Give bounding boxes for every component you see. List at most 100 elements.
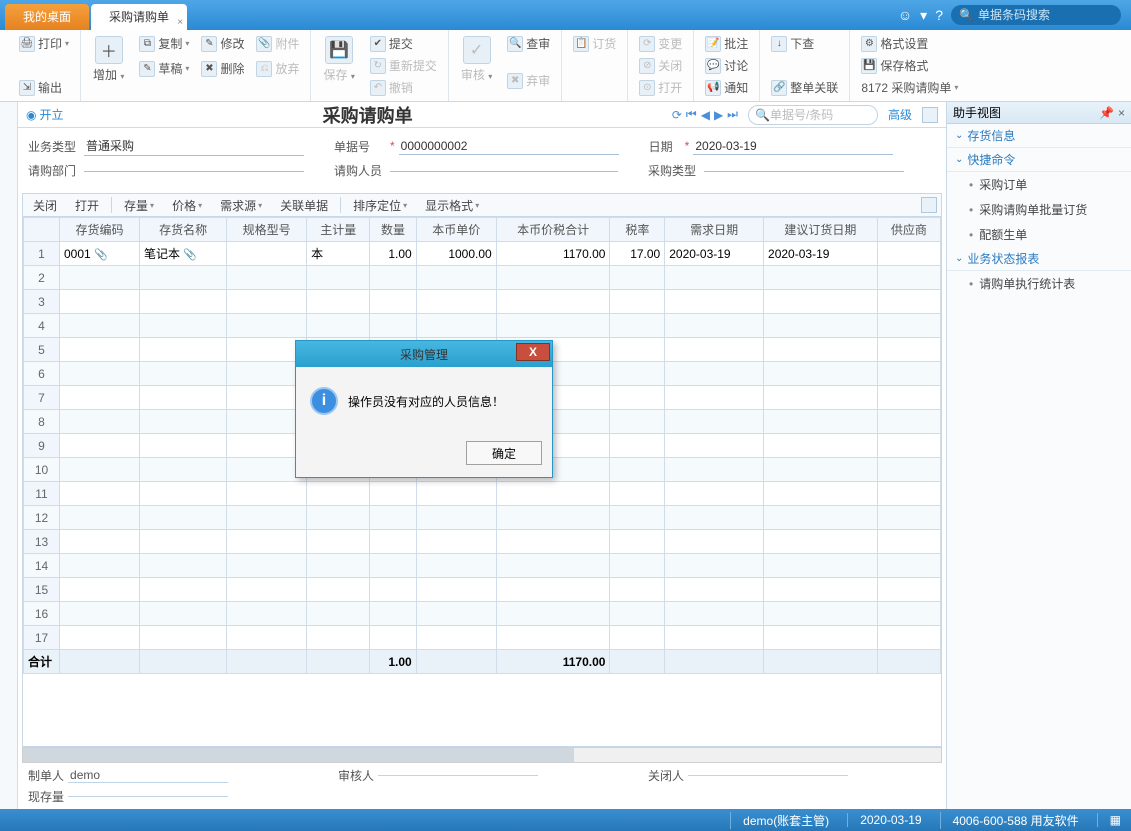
- grid-src-button[interactable]: 需求源▾: [214, 197, 268, 214]
- export-button[interactable]: ⇲输出: [16, 78, 72, 97]
- status-open[interactable]: ◉开立: [26, 106, 64, 123]
- doc-search[interactable]: 🔍: [748, 105, 878, 125]
- table-row[interactable]: 5: [24, 338, 941, 362]
- person-field[interactable]: [390, 169, 618, 172]
- report-item[interactable]: 请购单执行统计表: [947, 271, 1131, 296]
- refresh-icon[interactable]: ⟳: [672, 108, 682, 122]
- pur-type-field[interactable]: [704, 169, 904, 172]
- modify-button[interactable]: ✎修改: [198, 34, 247, 53]
- delete-button[interactable]: ✖删除: [198, 59, 247, 78]
- left-collapsed-panel[interactable]: [0, 102, 18, 809]
- biz-type-field[interactable]: 普通采购: [84, 136, 304, 156]
- advanced-link[interactable]: 高级: [888, 106, 912, 123]
- assistant-panel: 助手视图 📌× ⌄存货信息 ⌄快捷命令 采购订单 采购请购单批量订货 配额生单 …: [946, 102, 1131, 809]
- order-button[interactable]: 📋订货: [570, 34, 619, 53]
- format-button[interactable]: ⚙格式设置: [858, 34, 961, 53]
- grid-close-button[interactable]: 关闭: [27, 197, 63, 214]
- table-row[interactable]: 10: [24, 458, 941, 482]
- quick-cmd-item[interactable]: 采购订单: [947, 172, 1131, 197]
- grid-stock-button[interactable]: 存量▾: [118, 197, 160, 214]
- barcode-search[interactable]: 🔍: [951, 5, 1121, 25]
- attach-button[interactable]: 📎附件: [253, 34, 302, 53]
- barcode-search-input[interactable]: [978, 8, 1108, 22]
- down-query-button[interactable]: ↓下查: [768, 34, 841, 53]
- table-row[interactable]: 16: [24, 602, 941, 626]
- smile-dropdown-icon[interactable]: ▾: [920, 7, 927, 24]
- table-row[interactable]: 11: [24, 482, 941, 506]
- next-icon[interactable]: ▶: [714, 108, 723, 122]
- footer-fields: 制单人demo 审核人 关闭人: [18, 763, 946, 788]
- table-row[interactable]: 1 0001 📎 笔记本 📎 本 1.001000.00 1170.0017.0…: [24, 242, 941, 266]
- discuss-button[interactable]: 💬讨论: [702, 56, 751, 75]
- template-select[interactable]: 8172 采购请购单▾: [858, 78, 961, 97]
- auditor-field: [378, 775, 538, 776]
- quick-cmd-item[interactable]: 采购请购单批量订货: [947, 197, 1131, 222]
- doc-no-field[interactable]: 0000000002: [399, 138, 619, 155]
- closer-field: [688, 775, 848, 776]
- review-button[interactable]: 🔍查审: [504, 34, 553, 53]
- tab-close-icon[interactable]: ×: [177, 10, 183, 36]
- table-row[interactable]: 15: [24, 578, 941, 602]
- notify-button[interactable]: 📢通知: [702, 78, 751, 97]
- table-row[interactable]: 6: [24, 362, 941, 386]
- save-button[interactable]: 💾保存 ▾: [319, 34, 358, 97]
- tab-document[interactable]: 采购请购单 ×: [91, 4, 187, 30]
- resubmit-button[interactable]: ↻重新提交: [367, 56, 440, 75]
- approve-button[interactable]: 📝批注: [702, 34, 751, 53]
- date-label: 日期: [649, 138, 681, 155]
- abandon-button[interactable]: ⎌放弃: [253, 59, 302, 78]
- acc-inventory-info[interactable]: ⌄存货信息: [947, 124, 1131, 148]
- acc-quick-cmd[interactable]: ⌄快捷命令: [947, 148, 1131, 172]
- last-icon[interactable]: ⏭: [727, 107, 738, 122]
- table-row[interactable]: 2: [24, 266, 941, 290]
- copy-icon: ⧉: [139, 36, 155, 52]
- horizontal-scrollbar[interactable]: [22, 747, 942, 763]
- prev-icon[interactable]: ◀: [701, 108, 710, 122]
- table-row[interactable]: 9: [24, 434, 941, 458]
- doc-search-input[interactable]: [770, 108, 870, 122]
- close-doc-button[interactable]: ⊘关闭: [636, 56, 685, 75]
- audit-button[interactable]: ✓审核 ▾: [457, 34, 496, 90]
- table-row[interactable]: 13: [24, 530, 941, 554]
- grid-sort-button[interactable]: 排序定位▾: [347, 197, 413, 214]
- grid-expand-icon[interactable]: [921, 197, 937, 213]
- open-doc-button[interactable]: ⊙打开: [636, 78, 685, 97]
- help-icon[interactable]: ?: [935, 7, 943, 23]
- table-row[interactable]: 7: [24, 386, 941, 410]
- status-qr-icon[interactable]: ▦: [1097, 813, 1121, 827]
- add-button[interactable]: ＋增加 ▾: [89, 34, 128, 85]
- link-icon: 🔗: [771, 80, 787, 96]
- maker-field: demo: [68, 768, 228, 783]
- draft-button[interactable]: ✎草稿▾: [136, 59, 192, 78]
- table-row[interactable]: 12: [24, 506, 941, 530]
- table-row[interactable]: 4: [24, 314, 941, 338]
- quick-cmd-item[interactable]: 配额生单: [947, 222, 1131, 247]
- copy-button[interactable]: ⧉复制▾: [136, 34, 192, 53]
- save-format-button[interactable]: 💾保存格式: [858, 56, 961, 75]
- grid-open-button[interactable]: 打开: [69, 197, 105, 214]
- grid-rel-button[interactable]: 关联单据: [274, 197, 334, 214]
- layout-toggle-icon[interactable]: [922, 107, 938, 123]
- undo-button[interactable]: ↶撤销: [367, 78, 440, 97]
- disaudit-button[interactable]: ✖弃审: [504, 71, 553, 90]
- down-icon: ↓: [771, 36, 787, 52]
- first-icon[interactable]: ⏮: [686, 107, 697, 122]
- submit-button[interactable]: ✔提交: [367, 34, 440, 53]
- table-row[interactable]: 14: [24, 554, 941, 578]
- table-row[interactable]: 17: [24, 626, 941, 650]
- grid[interactable]: 存货编码 存货名称 规格型号 主计量 数量 本币单价 本币价税合计 税率 需求日…: [22, 217, 942, 747]
- date-field[interactable]: 2020-03-19: [693, 138, 893, 155]
- dept-field[interactable]: [84, 169, 304, 172]
- table-row[interactable]: 3: [24, 290, 941, 314]
- acc-reports[interactable]: ⌄业务状态报表: [947, 247, 1131, 271]
- smile-icon[interactable]: ☺: [898, 7, 912, 23]
- print-button[interactable]: 🖨打印▾: [16, 34, 72, 53]
- tab-desktop[interactable]: 我的桌面: [5, 4, 89, 30]
- link-all-button[interactable]: 🔗整单关联: [768, 78, 841, 97]
- table-row[interactable]: 8: [24, 410, 941, 434]
- grid-disp-button[interactable]: 显示格式▾: [419, 197, 485, 214]
- change-button[interactable]: ⟳变更: [636, 34, 685, 53]
- grid-price-button[interactable]: 价格▾: [166, 197, 208, 214]
- panel-close-icon[interactable]: ×: [1118, 106, 1125, 120]
- pin-icon[interactable]: 📌: [1099, 106, 1114, 120]
